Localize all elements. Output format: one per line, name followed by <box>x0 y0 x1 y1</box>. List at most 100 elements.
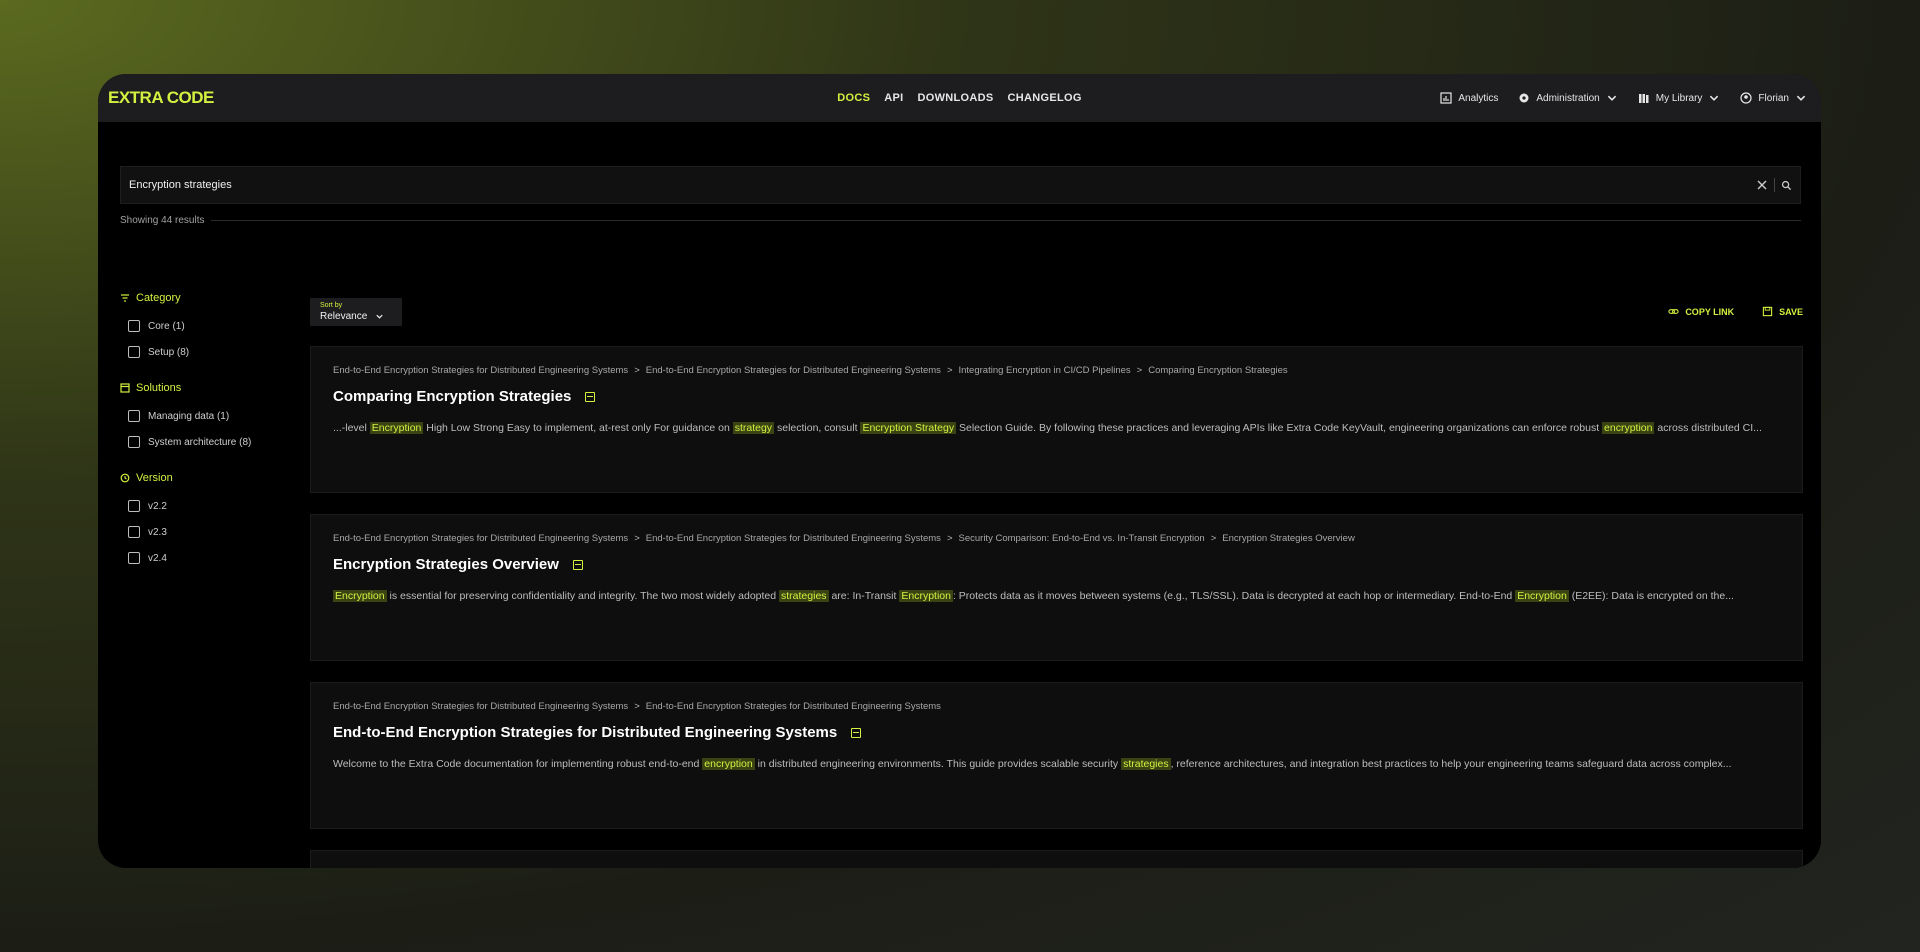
facet-category: Category Core (1) Setup (8) <box>120 292 300 358</box>
checkbox[interactable] <box>128 552 140 564</box>
snippet-text: ...-level <box>333 422 370 434</box>
snippet-text: Welcome to the Extra Code documentation … <box>333 758 703 770</box>
top-navigation-bar: EXTRA CODE DOCS API DOWNLOADS CHANGELOG … <box>98 74 1821 122</box>
breadcrumb-item[interactable]: End-to-End Encryption Strategies for Dis… <box>646 365 941 376</box>
link-icon <box>1668 309 1679 314</box>
divider <box>1774 178 1775 192</box>
breadcrumb-separator: > <box>946 365 953 376</box>
filter-option[interactable]: Setup (8) <box>128 346 300 358</box>
filter-icon <box>121 294 129 302</box>
filter-option[interactable]: v2.4 <box>128 552 300 564</box>
result-snippet: Encryption is essential for preserving c… <box>333 585 1780 607</box>
brand-logo[interactable]: EXTRA CODE <box>108 88 214 108</box>
breadcrumb-item[interactable]: Integrating Encryption in CI/CD Pipeline… <box>959 365 1131 376</box>
nav-changelog[interactable]: CHANGELOG <box>1008 92 1082 104</box>
filter-option-label: v2.4 <box>148 552 167 564</box>
filter-option-label: Managing data (1) <box>148 410 230 422</box>
nav-docs[interactable]: DOCS <box>837 92 870 104</box>
highlight-term: Encryption <box>1515 590 1569 602</box>
analytics-label: Analytics <box>1458 92 1499 104</box>
breadcrumb-item[interactable]: End-to-End Encryption Strategies for Dis… <box>333 365 628 376</box>
breadcrumb-item[interactable]: Security Comparison: End-to-End vs. In-T… <box>959 533 1205 544</box>
search-actions <box>1756 178 1792 192</box>
breadcrumb: End-to-End Encryption Strategies for Dis… <box>333 365 1780 376</box>
breadcrumb-item[interactable]: Comparing Encryption Strategies <box>1148 365 1287 376</box>
result-card[interactable] <box>310 850 1803 868</box>
analytics-icon <box>1440 92 1452 104</box>
sort-toolbar: Sort by Relevance COPY LINK SAVE <box>310 298 1803 328</box>
filter-option-label: Core (1) <box>148 320 185 332</box>
history-icon <box>120 473 130 483</box>
solutions-icon <box>120 383 130 393</box>
breadcrumb-item[interactable]: End-to-End Encryption Strategies for Dis… <box>333 701 628 712</box>
snippet-text: (E2EE): Data is encrypted on the... <box>1568 590 1734 602</box>
breadcrumb-separator: > <box>1210 533 1217 544</box>
highlight-term: strategy <box>732 422 775 434</box>
result-title[interactable]: Comparing Encryption Strategies <box>333 388 571 405</box>
library-dropdown[interactable]: My Library <box>1638 92 1721 104</box>
library-icon <box>1638 94 1649 103</box>
snippet-text: , reference architectures, and integrati… <box>1170 758 1732 770</box>
filter-sidebar: Category Core (1) Setup (8) Solutions Ma… <box>120 292 300 588</box>
copy-link-button[interactable]: COPY LINK <box>1668 306 1734 317</box>
breadcrumb-item[interactable]: End-to-End Encryption Strategies for Dis… <box>333 533 628 544</box>
chevron-down-icon <box>1796 95 1806 101</box>
results-list: End-to-End Encryption Strategies for Dis… <box>310 346 1803 868</box>
divider <box>210 220 1801 221</box>
snippet-text: are: In-Transit <box>828 590 900 602</box>
gear-icon <box>1519 93 1529 103</box>
nav-downloads[interactable]: DOWNLOADS <box>918 92 994 104</box>
user-dropdown[interactable]: Florian <box>1740 92 1807 104</box>
chevron-down-icon <box>1710 95 1719 101</box>
filter-option[interactable]: v2.3 <box>128 526 300 538</box>
analytics-link[interactable]: Analytics <box>1440 92 1498 104</box>
filter-option-label: System architecture (8) <box>148 436 252 448</box>
breadcrumb-separator: > <box>1136 365 1143 376</box>
checkbox[interactable] <box>128 526 140 538</box>
search-query[interactable]: Encryption strategies <box>129 179 1756 191</box>
snippet-text: : Protects data as it moves between syst… <box>952 590 1516 602</box>
facet-title-label: Version <box>136 472 173 484</box>
facet-title-label: Solutions <box>136 382 182 394</box>
filter-option[interactable]: Core (1) <box>128 320 300 332</box>
administration-dropdown[interactable]: Administration <box>1518 92 1617 104</box>
breadcrumb-item[interactable]: End-to-End Encryption Strategies for Dis… <box>646 533 941 544</box>
checkbox[interactable] <box>128 410 140 422</box>
facet-title-solutions: Solutions <box>120 382 300 394</box>
filter-option[interactable]: Managing data (1) <box>128 410 300 422</box>
checkbox[interactable] <box>128 320 140 332</box>
results-count-text: Showing 44 results <box>120 215 205 226</box>
result-snippet: ...-level Encryption High Low Strong Eas… <box>333 417 1780 439</box>
result-card[interactable]: End-to-End Encryption Strategies for Dis… <box>310 346 1803 493</box>
result-title[interactable]: End-to-End Encryption Strategies for Dis… <box>333 724 837 741</box>
breadcrumb-item[interactable]: End-to-End Encryption Strategies for Dis… <box>646 701 941 712</box>
document-icon <box>585 391 596 402</box>
snippet-text: in distributed engineering environments.… <box>754 758 1122 770</box>
sort-select[interactable]: Sort by Relevance <box>310 298 402 326</box>
save-button[interactable]: SAVE <box>1762 306 1803 317</box>
search-icon[interactable] <box>1781 180 1792 191</box>
highlight-term: Encryption <box>333 590 387 602</box>
result-card[interactable]: End-to-End Encryption Strategies for Dis… <box>310 514 1803 661</box>
snippet-text: Selection Guide. By following these prac… <box>956 422 1603 434</box>
highlight-term: strategies <box>779 590 829 602</box>
checkbox[interactable] <box>128 500 140 512</box>
clear-icon[interactable] <box>1756 179 1768 191</box>
chevron-down-icon <box>1607 95 1616 101</box>
facet-solutions: Solutions Managing data (1) System archi… <box>120 382 300 448</box>
result-title-row: Comparing Encryption Strategies <box>333 388 1780 405</box>
checkbox[interactable] <box>128 436 140 448</box>
highlight-term: Encryption <box>369 422 424 434</box>
filter-option[interactable]: v2.2 <box>128 500 300 512</box>
breadcrumb-item[interactable]: Encryption Strategies Overview <box>1222 533 1355 544</box>
result-snippet: Welcome to the Extra Code documentation … <box>333 753 1780 775</box>
search-input[interactable]: Encryption strategies <box>120 166 1801 204</box>
nav-api[interactable]: API <box>884 92 903 104</box>
result-card[interactable]: End-to-End Encryption Strategies for Dis… <box>310 682 1803 829</box>
filter-option-label: v2.2 <box>148 500 167 512</box>
filter-option[interactable]: System architecture (8) <box>128 436 300 448</box>
checkbox[interactable] <box>128 346 140 358</box>
sort-value-text: Relevance <box>320 311 368 322</box>
result-title[interactable]: Encryption Strategies Overview <box>333 556 559 573</box>
administration-label: Administration <box>1536 92 1600 104</box>
